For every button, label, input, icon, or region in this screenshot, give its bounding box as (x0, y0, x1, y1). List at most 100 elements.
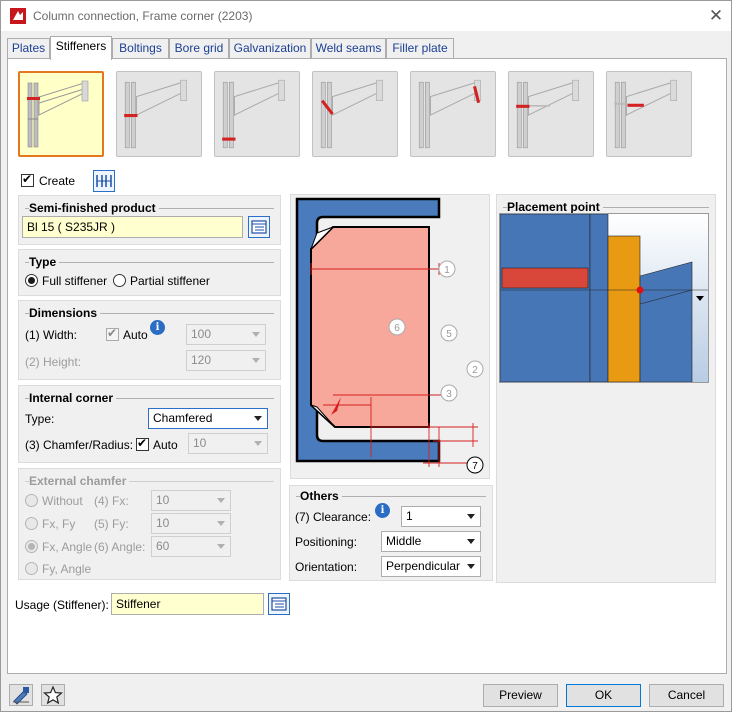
type-group: Type (18, 249, 281, 296)
clearance-label: (7) Clearance: (295, 510, 372, 524)
stiffener-variant-icon (320, 79, 383, 149)
dialog-window: Column connection, Frame corner (2203) ✕… (0, 0, 732, 712)
fy-combo[interactable]: 10 (151, 513, 231, 534)
chamfer-combo[interactable]: 10 (188, 433, 268, 454)
fy-angle-label: Fy, Angle (42, 562, 92, 576)
height-combo[interactable]: 120 (186, 350, 266, 371)
orientation-label: Orientation: (295, 560, 358, 574)
positioning-combo[interactable]: Middle (381, 531, 481, 552)
tab-galvanization[interactable]: Galvanization (229, 38, 311, 59)
chevron-down-icon (252, 332, 260, 337)
chevron-down-icon (217, 521, 225, 526)
diagram-label-3: 3 (446, 389, 452, 400)
stiffener-variant-7[interactable] (606, 71, 692, 157)
stiffener-variant-3[interactable] (214, 71, 300, 157)
stiffener-variant-icon (614, 79, 677, 149)
usage-field[interactable]: Stiffener (111, 593, 264, 615)
clearance-info-icon[interactable]: i (375, 503, 390, 518)
diagram-label-5: 5 (446, 329, 452, 340)
favorites-button[interactable] (41, 684, 65, 706)
width-auto-checkbox[interactable] (106, 326, 119, 341)
tab-stiffeners[interactable]: Stiffeners (50, 36, 112, 60)
stiffener-variant-icon (27, 80, 89, 148)
usage-catalog-button[interactable] (268, 593, 290, 615)
chevron-down-icon (467, 539, 475, 544)
fy-value: 10 (156, 516, 170, 530)
stiffener-variant-icon (418, 79, 481, 149)
create-checkbox[interactable] (21, 172, 34, 187)
fx-label: (4) Fx: (94, 494, 129, 508)
type-title: Type (29, 255, 60, 269)
star-icon (42, 685, 64, 705)
angle-combo[interactable]: 60 (151, 536, 231, 557)
title-bar: Column connection, Frame corner (2203) ✕ (1, 1, 731, 31)
stiffener-variant-6[interactable] (508, 71, 594, 157)
positioning-value: Middle (386, 534, 422, 548)
clearance-value: 1 (406, 509, 413, 523)
stiffener-variant-5[interactable] (410, 71, 496, 157)
tab-filler-plate[interactable]: Filler plate (386, 38, 454, 59)
dimensions-title: Dimensions (29, 306, 101, 320)
diagram-label-1: 1 (444, 265, 450, 276)
semi-finished-title: Semi-finished product (29, 201, 159, 215)
fx-fy-radio[interactable] (25, 517, 38, 530)
distribute-icon (96, 175, 112, 187)
positioning-label: Positioning: (295, 535, 358, 549)
without-label: Without (42, 494, 83, 508)
full-stiffener-label: Full stiffener (42, 274, 108, 288)
placement-point-title: Placement point (507, 200, 603, 214)
stiffener-variant-1[interactable] (18, 71, 104, 157)
diagram-label-7: 7 (472, 461, 478, 472)
width-combo[interactable]: 100 (186, 324, 266, 345)
tab-bore-grid[interactable]: Bore grid (169, 38, 229, 59)
semi-finished-field[interactable]: Bl 15 ( S235JR ) (22, 216, 243, 238)
stiffener-variant-2[interactable] (116, 71, 202, 157)
tool-icon (13, 687, 29, 705)
partial-stiffener-radio[interactable] (113, 274, 126, 287)
stiffener-variant-icon (516, 79, 579, 149)
fx-combo[interactable]: 10 (151, 490, 231, 511)
orientation-combo[interactable]: Perpendicular (381, 556, 481, 577)
fx-angle-radio[interactable] (25, 540, 38, 553)
distribution-button[interactable] (93, 170, 115, 192)
close-icon[interactable]: ✕ (705, 5, 727, 27)
catalog-icon (251, 220, 267, 234)
corner-type-combo[interactable]: Chamfered (148, 408, 268, 429)
fx-angle-label: Fx, Angle (42, 540, 93, 554)
diagram-label-2: 2 (472, 365, 478, 376)
tab-plates[interactable]: Plates (7, 38, 50, 59)
preview-button[interactable]: Preview (483, 684, 558, 707)
fy-label: (5) Fy: (94, 517, 129, 531)
usage-label: Usage (Stiffener): (15, 598, 109, 612)
tab-boltings[interactable]: Boltings (112, 38, 169, 59)
chamfer-auto-label: Auto (153, 438, 178, 452)
internal-corner-title: Internal corner (29, 391, 117, 405)
fx-fy-label: Fx, Fy (42, 517, 76, 531)
chamfer-value: 10 (193, 436, 207, 450)
placement-point-view[interactable] (499, 213, 709, 383)
corner-type-value: Chamfered (153, 411, 213, 425)
clearance-combo[interactable]: 1 (401, 506, 481, 527)
width-info-icon[interactable]: i (150, 320, 165, 335)
window-title: Column connection, Frame corner (2203) (33, 9, 253, 23)
fx-value: 10 (156, 493, 170, 507)
corner-type-label: Type: (25, 412, 55, 426)
chevron-down-icon (254, 441, 262, 446)
semi-finished-catalog-button[interactable] (248, 216, 270, 238)
height-value: 120 (191, 353, 212, 367)
width-label: (1) Width: (25, 328, 78, 342)
tab-weld-seams[interactable]: Weld seams (311, 38, 386, 59)
without-radio[interactable] (25, 494, 38, 507)
width-value: 100 (191, 327, 212, 341)
chamfer-auto-checkbox[interactable] (136, 436, 149, 451)
fy-angle-radio[interactable] (25, 562, 38, 575)
cancel-button[interactable]: Cancel (649, 684, 724, 707)
partial-stiffener-label: Partial stiffener (130, 274, 210, 288)
ok-button[interactable]: OK (566, 684, 641, 707)
app-logo-icon (10, 8, 26, 24)
stiffener-variant-4[interactable] (312, 71, 398, 157)
settings-button[interactable] (9, 684, 33, 706)
full-stiffener-radio[interactable] (25, 274, 38, 287)
chevron-down-icon (254, 416, 262, 421)
catalog-icon (271, 597, 287, 611)
